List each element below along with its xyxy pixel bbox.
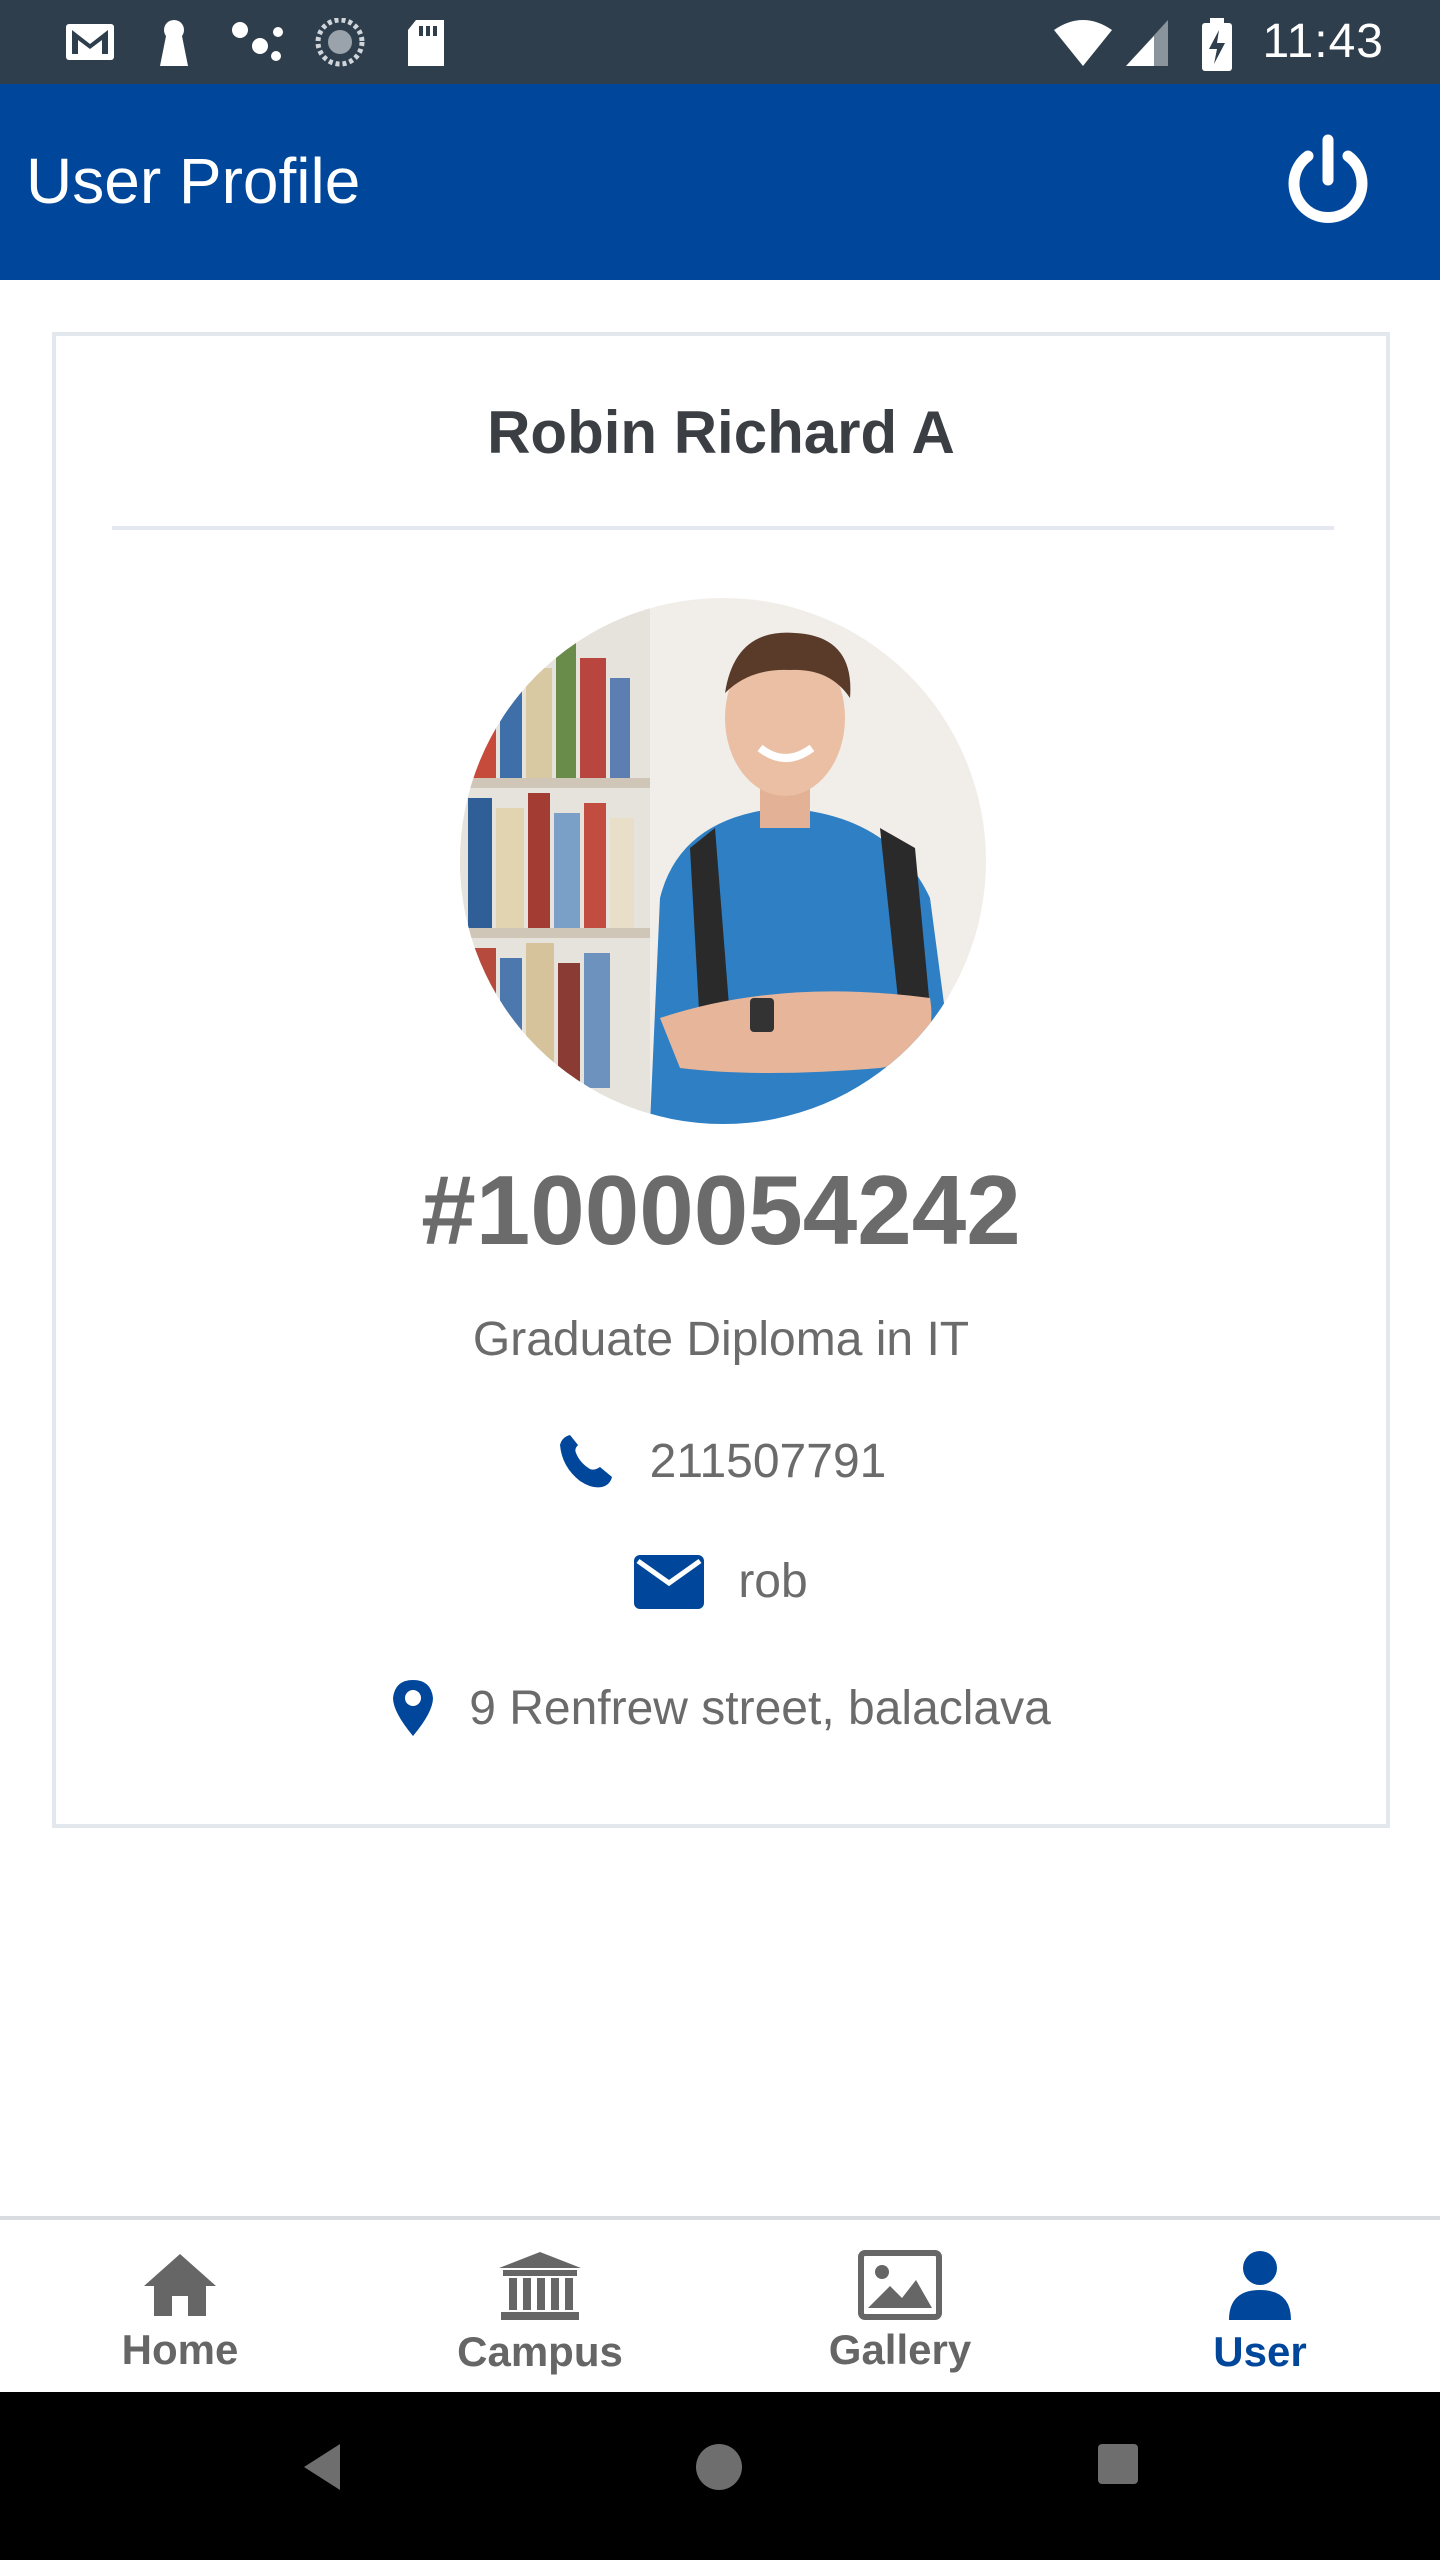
nav-label-gallery: Gallery (828, 2326, 972, 2373)
app-bar: User Profile (0, 84, 1440, 280)
email-address: rob (738, 1555, 808, 1608)
nav-item-home[interactable]: Home (0, 2220, 360, 2392)
user-icon (1229, 2251, 1291, 2320)
cell-signal-icon (1126, 20, 1168, 66)
profile-card: Robin Richard A #1000054242 Graduate Dip… (52, 332, 1390, 1828)
phone-icon (559, 1435, 612, 1488)
nav-item-user[interactable]: User (1080, 2220, 1440, 2392)
profile-name: Robin Richard A (487, 399, 955, 466)
course-label: Graduate Diploma in IT (472, 1313, 970, 1366)
recents-icon[interactable] (1096, 2442, 1140, 2486)
status-time: 11:43 (1262, 15, 1384, 68)
keyhole-icon (160, 20, 188, 66)
battery-charging-icon (1202, 18, 1232, 71)
screen: 11:43 User Profile Robin Richard A #1000… (0, 0, 1440, 2560)
campus-icon (499, 2252, 581, 2320)
envelope-icon (634, 1554, 705, 1609)
back-icon[interactable] (300, 2442, 344, 2492)
avatar (460, 598, 986, 1124)
nav-label-campus: Campus (457, 2328, 623, 2375)
phone-row[interactable]: 211507791 (56, 1431, 1386, 1491)
power-icon (1288, 134, 1368, 223)
system-nav-bar (0, 2392, 1440, 2560)
map-pin-icon (393, 1680, 434, 1736)
page-title: User Profile (26, 145, 361, 217)
wifi-icon (1054, 20, 1112, 66)
gmail-icon (66, 24, 114, 60)
course-row: Graduate Diploma in IT (56, 1312, 1386, 1367)
email-row[interactable]: rob (56, 1554, 1386, 1609)
nav-item-campus[interactable]: Campus (360, 2220, 720, 2392)
nav-item-gallery[interactable]: Gallery (720, 2220, 1080, 2392)
home-icon (144, 2254, 216, 2316)
phone-number: 211507791 (649, 1434, 887, 1488)
sd-card-icon (408, 20, 444, 66)
address-row[interactable]: 9 Renfrew street, balaclava (56, 1678, 1386, 1738)
nav-label-user: User (1213, 2328, 1307, 2375)
student-id: #1000054242 (421, 1155, 1021, 1265)
dots-icon (232, 22, 283, 61)
home-circle-icon[interactable] (694, 2442, 744, 2492)
sync-icon (315, 18, 365, 67)
address-text: 9 Renfrew street, balaclava (469, 1681, 1051, 1735)
status-bar: 11:43 (0, 0, 1440, 84)
nav-label-home: Home (121, 2326, 239, 2373)
gallery-icon (858, 2250, 942, 2320)
bottom-nav: Home Campus Gallery User (0, 2216, 1440, 2392)
logout-button[interactable] (1278, 132, 1378, 232)
divider (112, 526, 1334, 530)
